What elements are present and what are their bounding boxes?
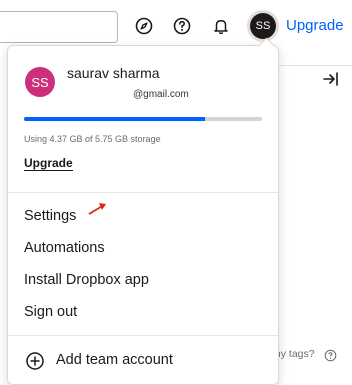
menu-item-install-app[interactable]: Install Dropbox app bbox=[24, 272, 149, 288]
account-avatar-button[interactable]: SS bbox=[250, 13, 276, 39]
avatar-initials: SS bbox=[31, 74, 49, 90]
search-input[interactable] bbox=[0, 11, 118, 43]
add-circle-icon[interactable] bbox=[25, 351, 45, 371]
user-email: @gmail.com bbox=[67, 88, 189, 100]
compass-icon[interactable] bbox=[132, 14, 156, 38]
account-menu: SS saurav sharma @gmail.com Using 4.37 G… bbox=[7, 37, 279, 385]
help-icon[interactable] bbox=[324, 349, 337, 362]
collapse-panel-icon[interactable] bbox=[320, 68, 342, 90]
help-icon[interactable] bbox=[170, 14, 194, 38]
annotation-arrow-icon bbox=[86, 200, 112, 218]
bell-icon[interactable] bbox=[209, 14, 233, 38]
menu-item-automations[interactable]: Automations bbox=[24, 240, 105, 256]
divider bbox=[8, 192, 278, 193]
storage-text: Using 4.37 GB of 5.75 GB storage bbox=[24, 134, 161, 144]
avatar: SS bbox=[25, 67, 55, 97]
avatar-initials: SS bbox=[255, 20, 271, 32]
upgrade-link[interactable]: Upgrade bbox=[286, 17, 344, 34]
divider bbox=[8, 335, 278, 336]
add-team-account-button[interactable]: Add team account bbox=[56, 352, 173, 368]
user-name: saurav sharma bbox=[67, 65, 160, 81]
menu-item-sign-out[interactable]: Sign out bbox=[24, 304, 77, 320]
panel-divider bbox=[270, 65, 352, 66]
storage-bar bbox=[24, 117, 262, 121]
storage-bar-fill bbox=[24, 117, 205, 121]
menu-item-settings[interactable]: Settings bbox=[24, 208, 76, 224]
upgrade-button[interactable]: Upgrade bbox=[24, 156, 73, 171]
